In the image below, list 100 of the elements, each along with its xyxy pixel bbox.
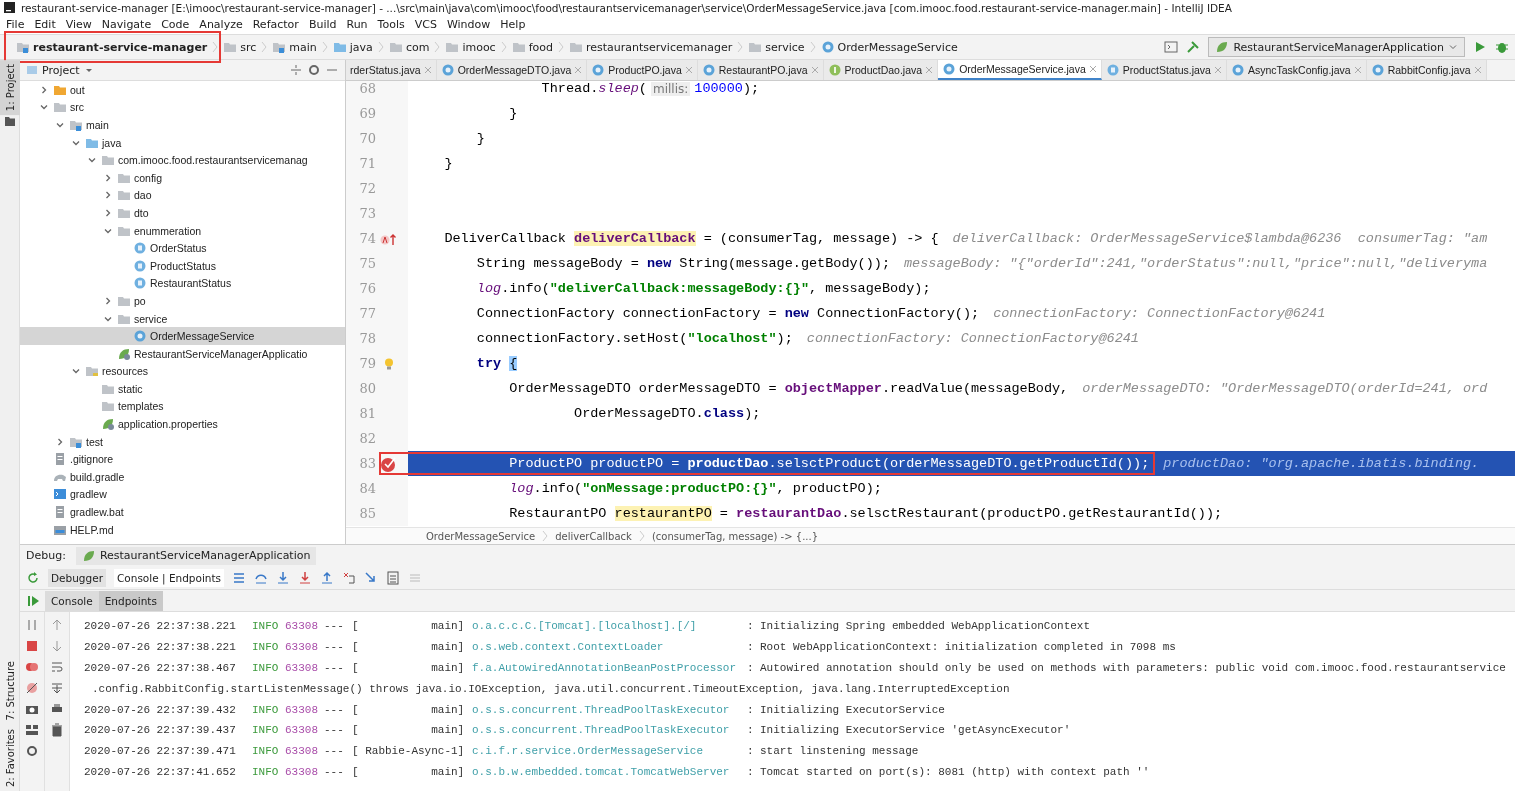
- tree-item[interactable]: dto: [20, 204, 345, 222]
- breadcrumb-item[interactable]: restaurant-service-manager: [12, 37, 212, 57]
- layout-icon[interactable]: [25, 723, 39, 737]
- tree-item[interactable]: OrderMessageService: [20, 327, 345, 345]
- menu-item[interactable]: Run: [346, 18, 368, 31]
- menu-item[interactable]: File: [6, 18, 25, 31]
- breakpoints-icon[interactable]: [25, 660, 39, 674]
- settings-icon[interactable]: [307, 63, 321, 77]
- tool-window-tab[interactable]: 1: Project: [0, 60, 20, 116]
- stop-icon[interactable]: [25, 639, 39, 653]
- menu-item[interactable]: VCS: [414, 18, 437, 31]
- tree-item[interactable]: src: [20, 98, 345, 117]
- menu-item[interactable]: View: [65, 18, 92, 31]
- breadcrumb-item[interactable]: src: [219, 37, 261, 57]
- calculator-icon[interactable]: [386, 570, 401, 585]
- menu-item[interactable]: Edit: [34, 18, 56, 31]
- settings-icon[interactable]: [25, 744, 39, 758]
- tree-item[interactable]: po: [20, 292, 345, 310]
- editor-tab[interactable]: ProductPO.java: [587, 60, 698, 80]
- step-into-icon[interactable]: [276, 570, 291, 585]
- editor-tab[interactable]: OrderMessageService.java: [938, 60, 1102, 80]
- menu-item[interactable]: Navigate: [101, 18, 152, 31]
- trash-icon[interactable]: [50, 723, 64, 737]
- editor-tab[interactable]: RestaurantPO.java: [697, 60, 824, 80]
- console-tab[interactable]: Console: [45, 590, 99, 611]
- debug-tab[interactable]: Console | Endpoints: [114, 568, 225, 587]
- run-configuration-dropdown[interactable]: RestaurantServiceManagerApplication: [1208, 37, 1465, 57]
- tree-item[interactable]: gradlew: [20, 485, 345, 504]
- soft-wrap-icon[interactable]: [50, 660, 64, 674]
- breadcrumb-item[interactable]: main: [268, 37, 321, 57]
- editor-tab[interactable]: AsyncTaskConfig.java: [1226, 60, 1367, 80]
- menu-icon[interactable]: [232, 570, 247, 585]
- menu-item[interactable]: Refactor: [252, 18, 299, 31]
- resume-icon[interactable]: [25, 593, 40, 608]
- run-icon[interactable]: [1473, 40, 1487, 54]
- tree-item[interactable]: dao: [20, 186, 345, 205]
- log-logger: o.s.b.w.embedded.tomcat.TomcatWebServer: [472, 765, 731, 778]
- tool-window-tab[interactable]: 2: Favorites: [0, 724, 20, 791]
- tree-item[interactable]: ProductStatus: [20, 256, 345, 275]
- breadcrumb-item[interactable]: com: [384, 37, 434, 57]
- pause-icon[interactable]: [25, 618, 39, 632]
- tree-item[interactable]: test: [20, 432, 345, 451]
- editor-tab[interactable]: RabbitConfig.java: [1366, 60, 1487, 80]
- bug-icon[interactable]: [1495, 40, 1509, 54]
- tree-item[interactable]: HELP.md: [20, 520, 345, 539]
- breadcrumb-item[interactable]: imooc: [441, 37, 500, 57]
- debug-tab[interactable]: Debugger: [48, 568, 106, 587]
- tree-item[interactable]: .gitignore: [20, 450, 345, 469]
- console-tab[interactable]: Endpoints: [98, 590, 163, 611]
- tree-item[interactable]: static: [20, 380, 345, 398]
- panel-title[interactable]: Project: [42, 63, 80, 77]
- breadcrumb-item[interactable]: service: [744, 37, 809, 57]
- editor-tab[interactable]: rderStatus.java: [346, 60, 437, 80]
- session-tab[interactable]: RestaurantServiceManagerApplication: [75, 546, 317, 565]
- tool-window-tab[interactable]: 7: Structure: [0, 657, 20, 725]
- log-separator: ---: [324, 620, 345, 633]
- menu-item[interactable]: Build: [308, 18, 337, 31]
- log-thread: [ main]: [352, 662, 466, 674]
- breadcrumb-item[interactable]: OrderMessageService: [426, 530, 536, 542]
- tree-item[interactable]: enummeration: [20, 221, 345, 240]
- breadcrumb-item[interactable]: food: [507, 37, 557, 57]
- tree-item[interactable]: java: [20, 133, 345, 152]
- breadcrumb-item[interactable]: deliverCallback: [555, 530, 632, 542]
- tree-item[interactable]: RestaurantServiceManagerApplicatio: [20, 344, 345, 363]
- menu-item[interactable]: Window: [446, 18, 491, 31]
- breadcrumb-item[interactable]: (consumerTag, message) -> {...}: [651, 530, 819, 542]
- tree-item[interactable]: build.gradle: [20, 468, 345, 486]
- tree-item[interactable]: main: [20, 116, 345, 134]
- tree-item[interactable]: OrderStatus: [20, 239, 345, 257]
- log-logger: o.s.s.concurrent.ThreadPoolTaskExecutor: [472, 703, 731, 716]
- tree-item[interactable]: RestaurantStatus: [20, 274, 345, 293]
- static-call: log: [475, 281, 502, 296]
- menu-item[interactable]: Analyze: [199, 18, 243, 31]
- editor-tab[interactable]: ProductStatus.java: [1101, 60, 1227, 80]
- tree-item[interactable]: templates: [20, 397, 345, 416]
- breadcrumb-item[interactable]: OrderMessageService: [816, 37, 962, 57]
- menu-item[interactable]: Help: [500, 18, 526, 31]
- tree-item[interactable]: com.imooc.food.restaurantservicemanag: [20, 151, 345, 169]
- drop-frame-icon[interactable]: [342, 570, 357, 585]
- breadcrumb-item[interactable]: restaurantservicemanager: [565, 37, 737, 57]
- hammer-icon[interactable]: [1186, 40, 1201, 54]
- editor-tab[interactable]: ProductDao.java: [823, 60, 939, 80]
- tree-item[interactable]: application.properties: [20, 415, 345, 433]
- tree-item[interactable]: out: [20, 81, 345, 99]
- menu-item[interactable]: Tools: [377, 18, 405, 31]
- editor-tab[interactable]: OrderMessageDTO.java: [436, 60, 588, 80]
- tree-item[interactable]: config: [20, 168, 345, 187]
- tree-item[interactable]: gradlew.bat: [20, 503, 345, 521]
- scroll-to-end-icon[interactable]: [50, 681, 64, 695]
- tree-item[interactable]: resources: [20, 362, 345, 381]
- breadcrumb-item[interactable]: java: [328, 37, 377, 57]
- down-arrow-icon[interactable]: [50, 639, 64, 653]
- step-out-icon[interactable]: [320, 570, 335, 585]
- force-step-into-icon[interactable]: [298, 570, 313, 585]
- up-arrow-icon[interactable]: [50, 618, 64, 632]
- menu-item[interactable]: Code: [161, 18, 190, 31]
- rerun-icon[interactable]: [26, 570, 40, 585]
- tree-item[interactable]: service: [20, 309, 345, 328]
- mute-breakpoints-icon[interactable]: [25, 681, 39, 695]
- layout-icon[interactable]: [1164, 40, 1179, 54]
